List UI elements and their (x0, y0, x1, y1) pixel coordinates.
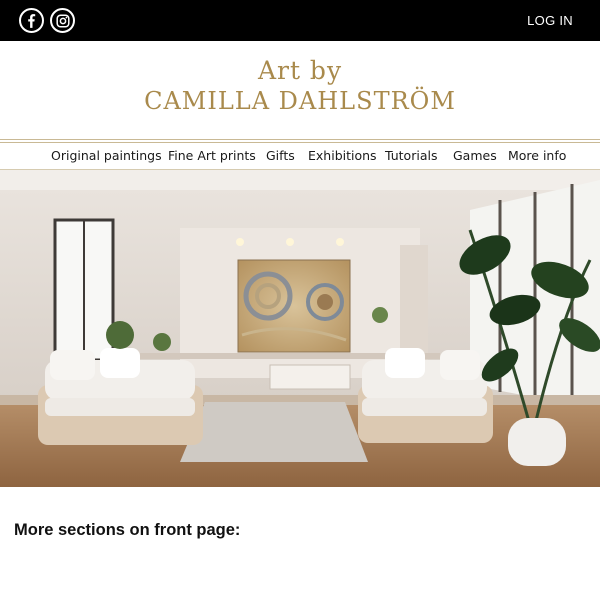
facebook-link[interactable] (19, 8, 44, 33)
instagram-icon (55, 13, 70, 28)
nav-games[interactable]: Games (453, 148, 497, 163)
top-bar: LOG IN (0, 0, 600, 41)
login-link[interactable]: LOG IN (527, 13, 573, 28)
nav-tutorials[interactable]: Tutorials (385, 148, 437, 163)
header-divider (0, 139, 600, 143)
right-sofa (358, 348, 493, 443)
nav-gifts[interactable]: Gifts (266, 148, 295, 163)
left-sofa (38, 348, 203, 445)
logo-line-1: Art by (257, 56, 343, 85)
painting (237, 259, 351, 353)
facebook-icon (27, 13, 35, 28)
nav-original-paintings[interactable]: Original paintings (51, 148, 162, 163)
instagram-link[interactable] (50, 8, 75, 33)
living-room-scene (0, 170, 600, 487)
main-nav: Original paintings Fine Art prints Gifts… (0, 145, 600, 169)
logo-line-2: CAMILLA DAHLSTRÖM (144, 87, 456, 115)
hero-image (0, 170, 600, 487)
nav-more-info[interactable]: More info (508, 148, 566, 163)
nav-exhibitions[interactable]: Exhibitions (308, 148, 377, 163)
site-logo[interactable]: Art by CAMILLA DAHLSTRÖM (0, 41, 600, 139)
section-heading: More sections on front page: (14, 521, 241, 539)
nav-fine-art-prints[interactable]: Fine Art prints (168, 148, 256, 163)
